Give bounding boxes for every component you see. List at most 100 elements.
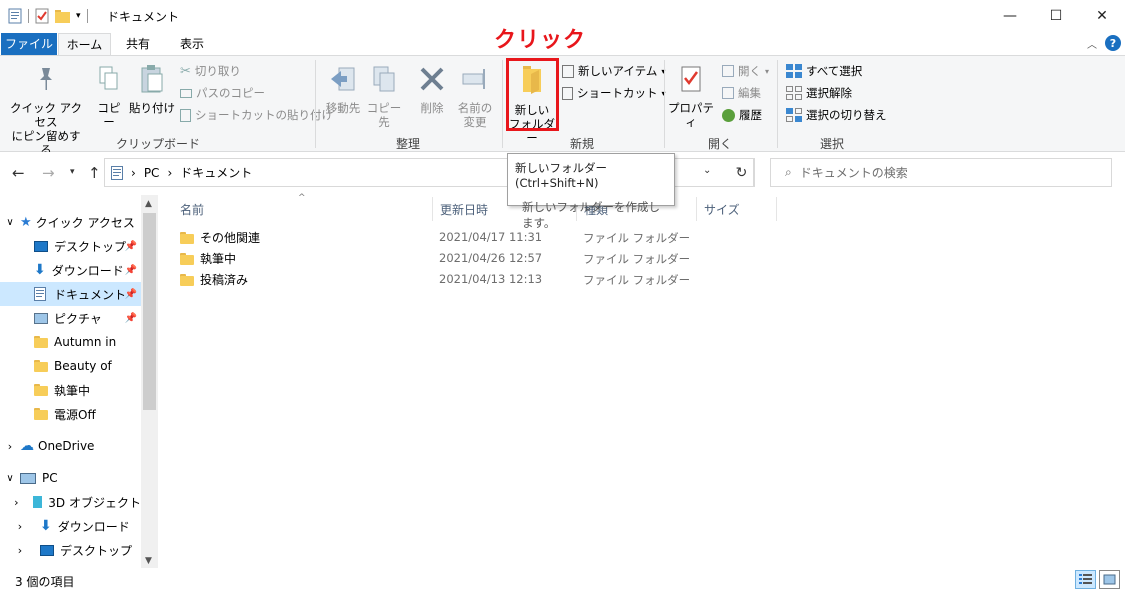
tree-pc-downloads[interactable]: › ⬇ ダウンロード (0, 514, 141, 538)
edit-button[interactable]: 編集 (722, 83, 761, 103)
folder-icon (34, 384, 48, 396)
recent-locations-icon[interactable]: ▾ (70, 167, 75, 177)
invert-selection-button[interactable]: 選択の切り替え (786, 105, 887, 125)
tree-item-power-off[interactable]: 電源Off (0, 402, 141, 426)
chevron-right-icon: › (7, 439, 13, 453)
new-item-button[interactable]: 新しいアイテム ▾ (562, 61, 665, 81)
new-folder-qat-icon[interactable] (55, 9, 70, 23)
qat-dropdown-icon[interactable]: ▾ (76, 11, 81, 21)
delete-button[interactable]: 削除 (414, 64, 450, 115)
invert-selection-icon (786, 108, 802, 122)
select-none-icon (786, 86, 802, 100)
forward-arrow-icon[interactable]: → (42, 164, 55, 182)
tree-quick-access[interactable]: ∨ ★ クイック アクセス (0, 210, 141, 234)
download-arrow-icon: ⬇ (34, 262, 46, 278)
help-icon[interactable]: ? (1105, 35, 1121, 51)
group-label-new: 新規 (569, 137, 594, 151)
ribbon-collapse-icon[interactable]: ︿ (1087, 36, 1097, 51)
tree-onedrive[interactable]: › ☁ OneDrive (0, 434, 141, 458)
tree-item-pictures[interactable]: ピクチャ 📌 (0, 306, 141, 330)
select-none-button[interactable]: 選択解除 (786, 83, 852, 103)
column-header-name[interactable]: 名前 ^ (172, 193, 430, 221)
easy-access-button[interactable]: ショートカット ▾ (562, 83, 666, 103)
copy-button[interactable]: コピー (92, 64, 126, 129)
folder-icon (180, 273, 194, 286)
tree-item-writing[interactable]: 執筆中 (0, 378, 141, 402)
open-button[interactable]: 開く ▾ (722, 61, 769, 81)
column-separator[interactable] (776, 197, 777, 221)
group-label-open: 開く (707, 137, 732, 151)
cut-button[interactable]: ✂ 切り取り (180, 61, 241, 81)
close-button[interactable]: ✕ (1079, 0, 1125, 32)
tree-item-desktop[interactable]: デスクトップ 📌 (0, 234, 141, 258)
paste-shortcut-button[interactable]: ショートカットの貼り付け (180, 105, 333, 125)
tab-share[interactable]: 共有 (116, 33, 160, 56)
breadcrumb-current[interactable]: ドキュメント (180, 164, 252, 181)
pin-icon: 📌 (124, 288, 137, 300)
search-input[interactable]: ⌕ ドキュメントの検索 (770, 158, 1112, 187)
copy-path-button[interactable]: パスのコピー (180, 83, 265, 103)
nav-pane-scroll-thumb[interactable] (143, 213, 156, 410)
pc-icon (20, 472, 36, 484)
open-icon (722, 65, 734, 77)
tree-pc-3d-objects[interactable]: › 3D オブジェクト (0, 490, 141, 514)
pin-icon: 📌 (124, 312, 137, 324)
up-arrow-icon[interactable]: ↑ (88, 164, 101, 182)
history-icon (722, 108, 735, 122)
pin-icon (40, 68, 52, 90)
properties-check-icon[interactable] (35, 8, 49, 24)
tree-item-downloads[interactable]: ⬇ ダウンロード 📌 (0, 258, 141, 282)
paste-button[interactable]: 貼り付け (129, 64, 175, 115)
tab-view[interactable]: 表示 (170, 33, 214, 56)
select-all-button[interactable]: すべて選択 (786, 61, 862, 81)
group-separator (315, 60, 316, 148)
file-row[interactable]: 執筆中 2021/04/26 12:57 ファイル フォルダー (172, 247, 872, 268)
documents-icon (34, 287, 46, 301)
refresh-button[interactable]: ↻ (729, 158, 755, 187)
address-dropdown-icon[interactable]: ⌄ (703, 165, 711, 176)
tree-item-beauty[interactable]: Beauty of (0, 354, 141, 378)
tree-item-documents[interactable]: ドキュメント 📌 (0, 282, 141, 306)
move-to-icon (331, 67, 355, 91)
history-button[interactable]: 履歴 (722, 105, 762, 125)
tab-file[interactable]: ファイル (1, 33, 57, 56)
ribbon-home: クイック アクセス にピン留めする コピー 貼り付け ✂ 切り取り パスのコピー… (0, 55, 1125, 157)
tree-pc-desktop[interactable]: › デスクトップ (0, 538, 141, 562)
cube-icon (32, 496, 43, 508)
large-icons-view-button[interactable] (1099, 570, 1120, 589)
maximize-button[interactable]: ☐ (1033, 0, 1079, 32)
group-separator (664, 60, 665, 148)
pictures-icon (34, 312, 48, 324)
properties-button[interactable]: プロパティ (668, 64, 714, 129)
click-highlight-box (506, 58, 559, 131)
qat-separator (28, 9, 29, 23)
new-folder-tooltip: 新しいフォルダー (Ctrl+Shift+N) 新しいフォルダーを作成します。 (507, 153, 675, 230)
qat-separator (86, 9, 88, 23)
copy-to-button[interactable]: コピー先 (362, 64, 406, 129)
item-count: 3 個の項目 (15, 575, 75, 589)
sort-ascending-icon: ^ (298, 193, 306, 203)
tree-pc[interactable]: ∨ PC (0, 466, 141, 490)
desktop-icon (34, 240, 48, 252)
copy-path-icon (180, 88, 192, 98)
minimize-button[interactable]: — (987, 0, 1033, 32)
scroll-down-icon[interactable]: ▼ (145, 556, 152, 566)
details-view-button[interactable] (1075, 570, 1096, 589)
column-header-size[interactable]: サイズ (696, 197, 776, 221)
rename-button[interactable]: 名前の 変更 (454, 64, 496, 129)
star-icon: ★ (20, 214, 32, 230)
back-arrow-icon[interactable]: ← (12, 164, 25, 182)
chevron-right-icon: › (17, 543, 23, 557)
maximize-icon: ☐ (1049, 8, 1063, 24)
tree-item-autumn[interactable]: Autumn in (0, 330, 141, 354)
breadcrumb-pc[interactable]: PC (144, 166, 160, 180)
file-row[interactable]: 投稿済み 2021/04/13 12:13 ファイル フォルダー (172, 268, 872, 289)
chevron-right-icon: › (17, 519, 23, 533)
tab-home[interactable]: ホーム (58, 33, 111, 56)
document-app-icon[interactable] (8, 8, 22, 24)
scroll-up-icon[interactable]: ▲ (145, 199, 152, 209)
group-separator (502, 60, 503, 148)
move-to-button[interactable]: 移動先 (321, 64, 365, 115)
pin-to-quick-access-button[interactable]: クイック アクセス にピン留めする (6, 64, 86, 157)
refresh-icon: ↻ (735, 164, 748, 181)
